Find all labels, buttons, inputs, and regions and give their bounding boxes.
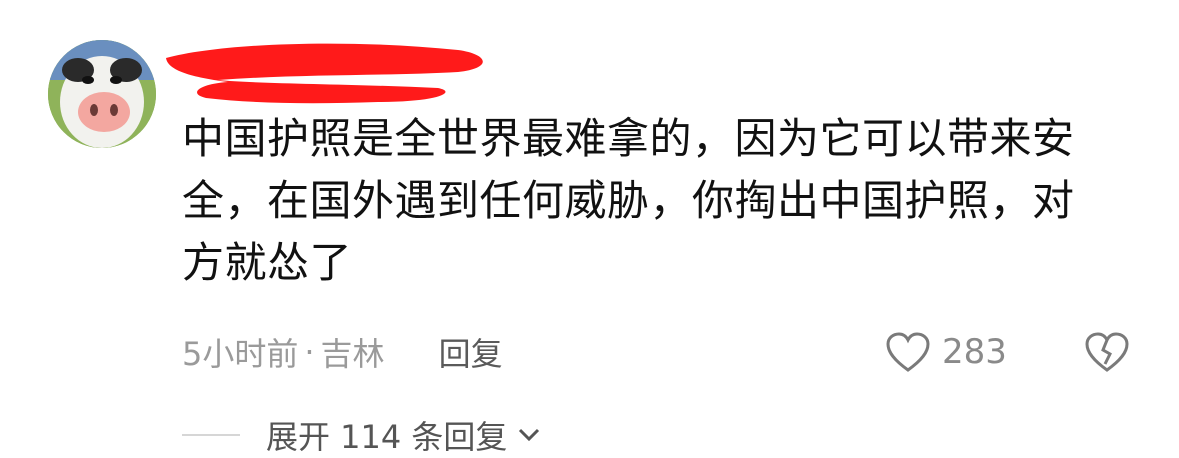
comment-meta: 5小时前 · 吉林 回复 bbox=[182, 330, 503, 374]
meta-separator: · bbox=[304, 333, 315, 371]
expand-replies[interactable]: 展开 114 条回复 bbox=[182, 412, 541, 458]
chevron-down-icon bbox=[519, 428, 540, 442]
reply-button[interactable]: 回复 bbox=[439, 329, 503, 375]
like-count: 283 bbox=[942, 332, 1007, 372]
expand-replies-label: 展开 114 条回复 bbox=[266, 418, 508, 456]
comment-line: 全，在国外遇到任何威胁，你掏出中国护照，对 bbox=[182, 176, 1075, 225]
like-button[interactable]: 283 bbox=[884, 328, 1007, 376]
divider-line bbox=[182, 434, 240, 436]
comment-line: 中国护照是全世界最难拿的，因为它可以带来安 bbox=[182, 114, 1075, 163]
dislike-button[interactable] bbox=[1083, 330, 1131, 378]
cow-avatar-image bbox=[48, 40, 156, 148]
avatar[interactable] bbox=[48, 40, 156, 148]
heart-outline-icon bbox=[886, 332, 930, 372]
comment-line: 方就怂了 bbox=[182, 238, 353, 287]
redacted-username bbox=[166, 43, 483, 104]
broken-heart-icon bbox=[1085, 332, 1129, 372]
comment-time: 5小时前 bbox=[182, 335, 299, 373]
comment-text: 中国护照是全世界最难拿的，因为它可以带来安 全，在国外遇到任何威胁，你掏出中国护… bbox=[182, 108, 1122, 294]
comment-location: 吉林 bbox=[320, 335, 385, 373]
